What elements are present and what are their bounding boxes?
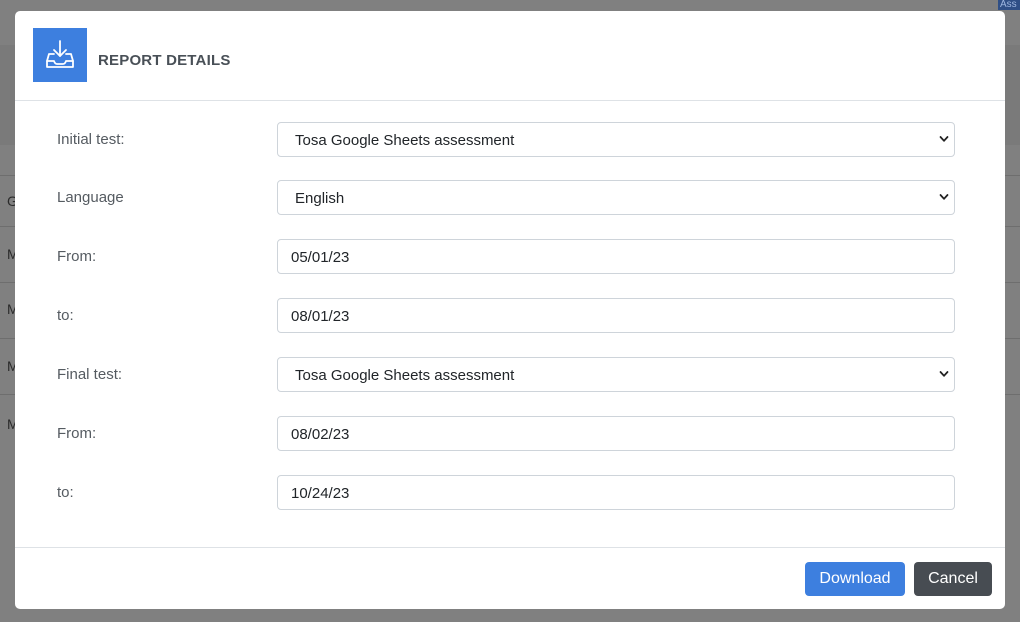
chevron-down-icon: [939, 371, 949, 377]
language-label: Language: [57, 189, 124, 206]
initial-test-value: Tosa Google Sheets assessment: [295, 132, 515, 149]
report-details-modal: REPORT DETAILS Initial test: Tosa Google…: [15, 11, 1005, 609]
initial-to-row: to: 08/01/23: [15, 298, 1005, 333]
initial-from-label: From:: [57, 248, 97, 265]
chevron-down-icon: [939, 194, 949, 200]
initial-from-value: 05/01/23: [291, 249, 350, 266]
final-test-label: Final test:: [57, 366, 123, 383]
final-from-label: From:: [57, 425, 97, 442]
language-row: Language English: [15, 180, 1005, 215]
initial-to-label: to:: [57, 307, 74, 324]
initial-to-value: 08/01/23: [291, 308, 350, 325]
final-to-value: 10/24/23: [291, 485, 350, 502]
final-test-select[interactable]: Tosa Google Sheets assessment: [277, 357, 955, 392]
download-button[interactable]: Download: [805, 562, 905, 596]
cancel-button[interactable]: Cancel: [914, 562, 992, 596]
initial-test-select[interactable]: Tosa Google Sheets assessment: [277, 122, 955, 157]
final-from-row: From: 08/02/23: [15, 416, 1005, 451]
initial-from-row: From: 05/01/23: [15, 239, 1005, 274]
language-value: English: [295, 190, 345, 207]
final-from-value: 08/02/23: [291, 426, 350, 443]
initial-from-date-input[interactable]: 05/01/23: [277, 239, 955, 274]
final-to-date-input[interactable]: 10/24/23: [277, 475, 955, 510]
final-test-row: Final test: Tosa Google Sheets assessmen…: [15, 357, 1005, 392]
final-to-row: to: 10/24/23: [15, 475, 1005, 510]
background-badge: Ass: [998, 0, 1020, 10]
download-tray-icon: [33, 28, 87, 82]
modal-header: REPORT DETAILS: [15, 11, 1005, 101]
initial-test-label: Initial test:: [57, 131, 125, 148]
initial-to-date-input[interactable]: 08/01/23: [277, 298, 955, 333]
initial-test-row: Initial test: Tosa Google Sheets assessm…: [15, 122, 1005, 157]
final-from-date-input[interactable]: 08/02/23: [277, 416, 955, 451]
language-select[interactable]: English: [277, 180, 955, 215]
final-to-label: to:: [57, 484, 74, 501]
final-test-value: Tosa Google Sheets assessment: [295, 367, 515, 384]
chevron-down-icon: [939, 136, 949, 142]
modal-title: REPORT DETAILS: [98, 52, 231, 69]
modal-footer: Download Cancel: [15, 547, 1005, 609]
